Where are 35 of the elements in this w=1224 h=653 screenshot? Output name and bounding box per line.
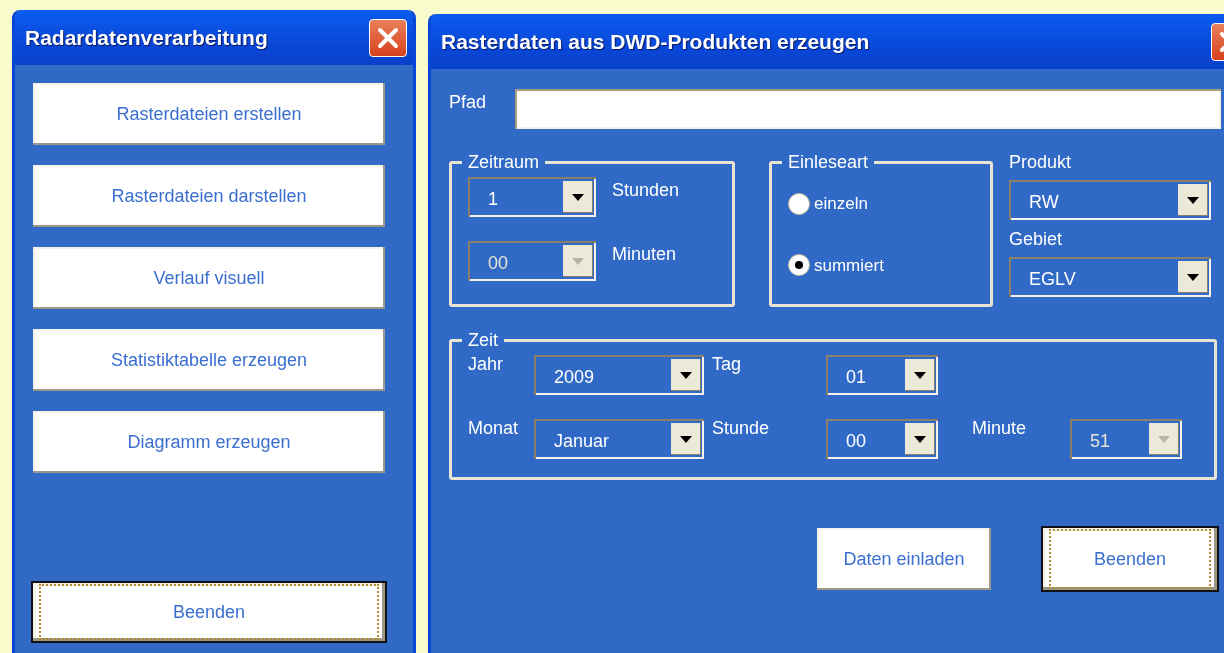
dropdown[interactable]: EGLV	[1009, 257, 1211, 297]
field-label: Stunde	[712, 417, 771, 440]
field-label: Produkt	[1009, 151, 1073, 174]
radio-button[interactable]: summiert	[788, 252, 884, 278]
group-label: Zeitraum	[467, 153, 540, 171]
field-label: Stunden	[612, 179, 680, 202]
dropdown[interactable]: 00	[826, 419, 938, 459]
path-field[interactable]	[515, 89, 1221, 129]
dropdown[interactable]: Januar	[534, 419, 704, 459]
field-label: Minute	[972, 417, 1028, 440]
button[interactable]: Statistiktabelle erzeugen	[33, 329, 385, 391]
button[interactable]: Daten einladen	[817, 528, 991, 590]
window-title: Radardatenverarbeitung	[25, 24, 268, 51]
button[interactable]: Beenden	[33, 583, 385, 641]
window-title: Rasterdaten aus DWD-Produkten erzeugen	[441, 28, 870, 55]
group-label: Einleseart	[787, 153, 870, 171]
radio-button[interactable]: einzeln	[788, 191, 868, 217]
dropdown[interactable]: RW	[1009, 180, 1211, 220]
button[interactable]: Rasterdateien erstellen	[33, 83, 385, 145]
close-icon	[377, 26, 399, 49]
field-label: Pfad	[449, 91, 488, 114]
button[interactable]: Verlauf visuell	[33, 247, 385, 309]
group-label: Zeit	[467, 331, 499, 349]
field-label: Gebiet	[1009, 228, 1064, 251]
button[interactable]: Beenden	[1043, 528, 1217, 590]
dropdown[interactable]: 01	[826, 355, 938, 395]
dropdown[interactable]: 2009	[534, 355, 704, 395]
close-button[interactable]	[369, 18, 407, 57]
dropdown[interactable]: 1	[468, 177, 596, 217]
button[interactable]: Diagramm erzeugen	[33, 411, 385, 473]
field-label: Jahr	[468, 353, 504, 376]
field-label: Monat	[468, 417, 520, 440]
button[interactable]: Rasterdateien darstellen	[33, 165, 385, 227]
field-label: Minuten	[612, 243, 677, 266]
field-label: Tag	[712, 353, 743, 376]
